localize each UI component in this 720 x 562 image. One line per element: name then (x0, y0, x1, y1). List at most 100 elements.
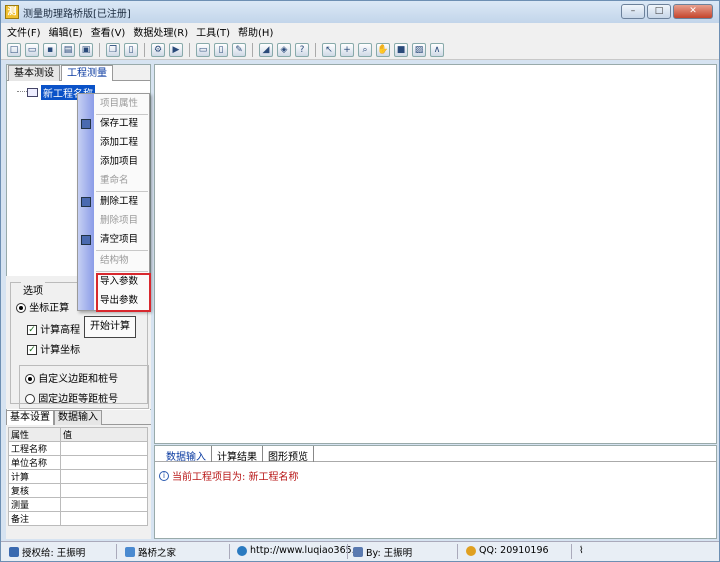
property-value[interactable] (60, 511, 148, 526)
maximize-button[interactable]: □ (647, 4, 671, 19)
property-value[interactable] (60, 483, 148, 498)
property-value[interactable] (60, 455, 148, 470)
table-row[interactable]: 备注 (8, 511, 148, 526)
status-licensee: 授权给: 王振明 (9, 545, 85, 559)
home-icon (125, 547, 135, 557)
app-window: 测 测量助理路桥版[已注册] – □ ✕ 文件(F) 编辑(E) 查看(V) 数… (0, 0, 720, 562)
tab-basic-settings[interactable]: 基本设置 (6, 410, 54, 425)
save-icon[interactable]: ▪ (43, 42, 57, 57)
print-icon[interactable]: ▤ (61, 42, 75, 57)
coord-forward-radio[interactable]: 坐标正算 (16, 299, 69, 314)
status-separator (347, 544, 348, 559)
menu-separator (96, 250, 148, 251)
property-value[interactable] (60, 441, 148, 456)
status-separator (457, 544, 458, 559)
table-row[interactable]: 工程名称 (8, 441, 148, 456)
main-canvas[interactable] (154, 64, 717, 444)
menu-edit[interactable]: 编辑(E) (49, 24, 83, 39)
start-calculation-button[interactable]: 开始计算 (84, 316, 136, 338)
qq-icon (466, 545, 476, 556)
menu-item-add-project[interactable]: 添加工程 (94, 134, 149, 152)
zoom-icon[interactable]: ⌕ (358, 42, 372, 57)
table-row[interactable]: 单位名称 (8, 455, 148, 470)
menu-item-delete-project[interactable]: 删除工程 (81, 193, 149, 211)
property-name: 测量 (8, 497, 61, 512)
pointer-icon[interactable]: ↖ (322, 42, 336, 57)
menu-view[interactable]: 查看(V) (91, 24, 126, 39)
menu-item-save-project[interactable]: 保存工程 (81, 115, 149, 133)
property-name: 计算 (8, 469, 61, 484)
document-icon[interactable]: ▯ (214, 42, 228, 57)
status-url[interactable]: http://www.luqiao365. (237, 545, 355, 556)
coord-forward-label: 坐标正算 (29, 303, 70, 314)
print-preview-icon[interactable]: ▣ (79, 42, 93, 57)
menu-separator (96, 191, 148, 192)
tab-basic-survey[interactable]: 基本测设 (8, 65, 60, 81)
output-message: i 当前工程项目为: 新工程名称 (159, 468, 299, 483)
property-value[interactable] (60, 497, 148, 512)
screen-icon[interactable]: ▭ (196, 42, 210, 57)
highlight-box (96, 273, 151, 312)
menu-item-add-item[interactable]: 添加项目 (94, 153, 149, 171)
menu-tools[interactable]: 工具(T) (196, 24, 230, 39)
tab-output-data-input[interactable]: 数据输入 (161, 446, 212, 463)
copy-icon[interactable]: ❐ (106, 42, 120, 57)
menu-item-structures[interactable]: 结构物 (94, 252, 149, 270)
status-author: By: 王振明 (353, 545, 412, 559)
run-icon[interactable]: ▶ (169, 42, 183, 57)
table-row[interactable]: 复核 (8, 483, 148, 498)
status-signal-icon: ⌇ (579, 545, 584, 556)
toolbar: □ ▭ ▪ ▤ ▣ ❐ ▯ ⚙ ▶ ▭ ▯ ✎ ◢ ◈ ? ↖ + ⌕ ✋ ■ … (1, 40, 719, 60)
crosshair-icon[interactable]: + (340, 42, 354, 57)
paste-icon[interactable]: ▯ (124, 42, 138, 57)
settings-icon[interactable]: ⚙ (151, 42, 165, 57)
calc-elevation-label: 计算高程 (40, 325, 81, 336)
tab-engineering-survey[interactable]: 工程测量 (61, 65, 113, 81)
tab-graphic-preview[interactable]: 图形预览 (263, 446, 314, 463)
fixed-offset-radio[interactable]: 固定边距等距桩号 (25, 390, 118, 405)
tab-calc-results[interactable]: 计算结果 (212, 446, 263, 463)
properties-panel: 基本设置 数据输入 属性 值 工程名称 单位名称 计算 复核 测量 备注 (6, 410, 151, 539)
pan-icon[interactable]: ✋ (376, 42, 390, 57)
header-value: 值 (60, 427, 148, 442)
new-icon[interactable]: □ (7, 42, 21, 57)
edit-icon[interactable]: ✎ (232, 42, 246, 57)
menu-separator (96, 271, 148, 272)
status-qq[interactable]: QQ: 20910196 (466, 545, 549, 556)
globe-icon (237, 545, 247, 556)
calc-coords-checkbox[interactable]: ✓ 计算坐标 (27, 341, 80, 356)
clear-icon (81, 235, 91, 245)
close-button[interactable]: ✕ (673, 4, 713, 19)
radio-icon (16, 303, 26, 313)
status-site[interactable]: 路桥之家 (125, 545, 176, 559)
toolbar-separator (252, 42, 253, 57)
menu-item-project-properties[interactable]: 项目属性 (94, 95, 149, 113)
help-icon[interactable]: ? (295, 42, 309, 57)
output-panel: 数据输入 计算结果 图形预览 i 当前工程项目为: 新工程名称 (154, 445, 717, 539)
calc-elevation-checkbox[interactable]: ✓ 计算高程 (27, 321, 80, 336)
export-image-icon[interactable]: ▨ (412, 42, 426, 57)
menu-item-rename[interactable]: 重命名 (94, 172, 149, 190)
checkbox-checked-icon: ✓ (27, 325, 37, 335)
toolbar-separator (99, 42, 100, 57)
menu-help[interactable]: 帮助(H) (238, 24, 273, 39)
tab-data-input[interactable]: 数据输入 (54, 410, 102, 425)
status-separator (116, 544, 117, 559)
menu-file[interactable]: 文件(F) (7, 24, 41, 39)
chart-icon[interactable]: ∧ (430, 42, 444, 57)
fullscreen-icon[interactable]: ■ (394, 42, 408, 57)
minimize-button[interactable]: – (621, 4, 645, 19)
layers-icon[interactable]: ◈ (277, 42, 291, 57)
title-bar: 测 测量助理路桥版[已注册] – □ ✕ (1, 1, 719, 23)
open-icon[interactable]: ▭ (25, 42, 39, 57)
menu-item-delete-item[interactable]: 删除项目 (94, 212, 149, 230)
table-row[interactable]: 测量 (8, 497, 148, 512)
draw-icon[interactable]: ◢ (259, 42, 273, 57)
menu-data-processing[interactable]: 数据处理(R) (133, 24, 188, 39)
toolbar-separator (189, 42, 190, 57)
custom-offset-radio[interactable]: 自定义边距和桩号 (25, 370, 118, 385)
property-value[interactable] (60, 469, 148, 484)
header-property: 属性 (8, 427, 61, 442)
table-row[interactable]: 计算 (8, 469, 148, 484)
menu-item-clear-items[interactable]: 清空项目 (81, 231, 149, 249)
